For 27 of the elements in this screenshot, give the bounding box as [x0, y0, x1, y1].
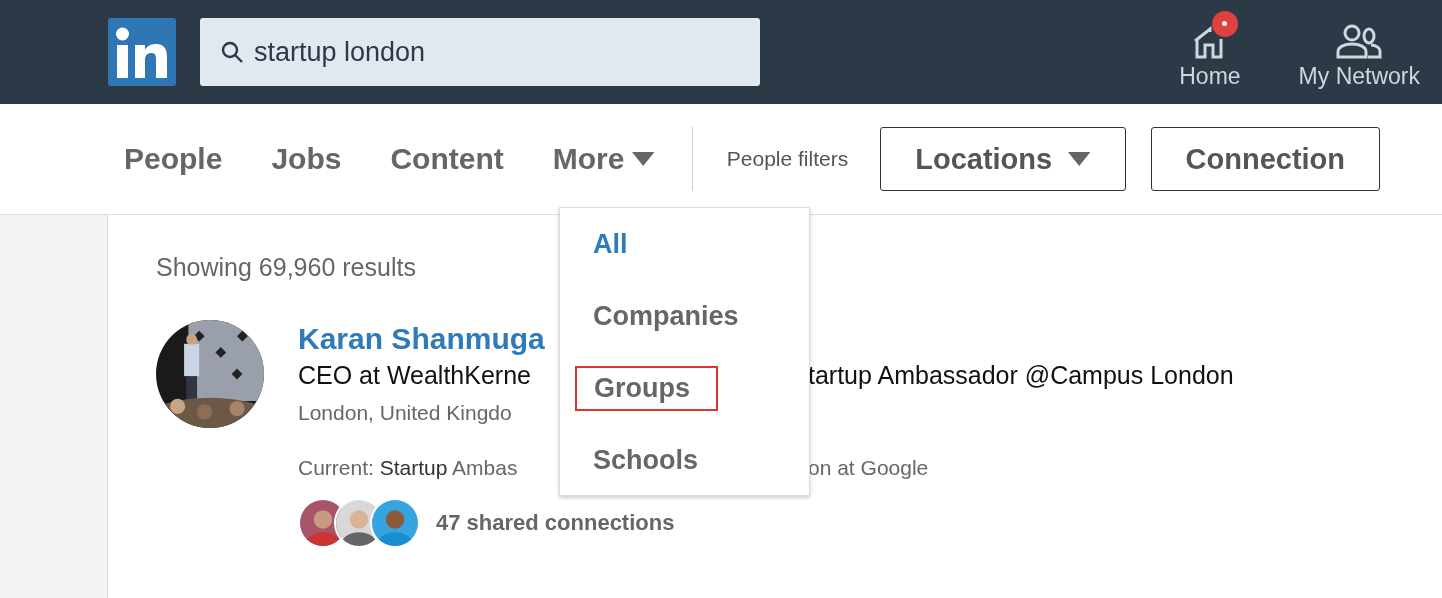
- menu-item[interactable]: Companies: [593, 294, 739, 339]
- search-icon: [220, 40, 244, 64]
- search-field[interactable]: startup london: [200, 18, 760, 86]
- nav-item[interactable]: Home: [1179, 14, 1241, 90]
- search-tab[interactable]: More: [552, 142, 655, 176]
- person-name[interactable]: Karan Shanmuga: [298, 321, 545, 356]
- results-count: Showing 69,960 results: [156, 253, 417, 282]
- search-tab[interactable]: Jobs: [271, 142, 342, 176]
- filters-label: People filters: [726, 147, 849, 171]
- headline: tartup Ambassador @Campus London: [808, 361, 1234, 390]
- logo-icon[interactable]: [108, 18, 176, 86]
- current-position: Current: Startup Ambas: [298, 455, 518, 479]
- search-tab[interactable]: People: [124, 142, 223, 176]
- menu-item[interactable]: Schools: [593, 438, 699, 483]
- menu-item[interactable]: Groups: [575, 366, 718, 411]
- nav-label: My Network: [1298, 62, 1420, 90]
- search-input[interactable]: startup london: [254, 36, 734, 68]
- filter-button[interactable]: Connection: [1150, 127, 1381, 191]
- shared-connections[interactable]: 47 shared connections: [436, 510, 675, 536]
- location: London, United Kingdo: [298, 400, 512, 425]
- people-icon: [1335, 22, 1384, 59]
- nav-item[interactable]: My Network: [1298, 14, 1420, 90]
- nav-label: Home: [1179, 62, 1241, 90]
- headline: CEO at WealthKerne: [298, 361, 531, 389]
- menu-item[interactable]: All: [593, 222, 628, 267]
- filter-button[interactable]: Locations: [880, 127, 1126, 191]
- search-tab[interactable]: Content: [390, 142, 504, 176]
